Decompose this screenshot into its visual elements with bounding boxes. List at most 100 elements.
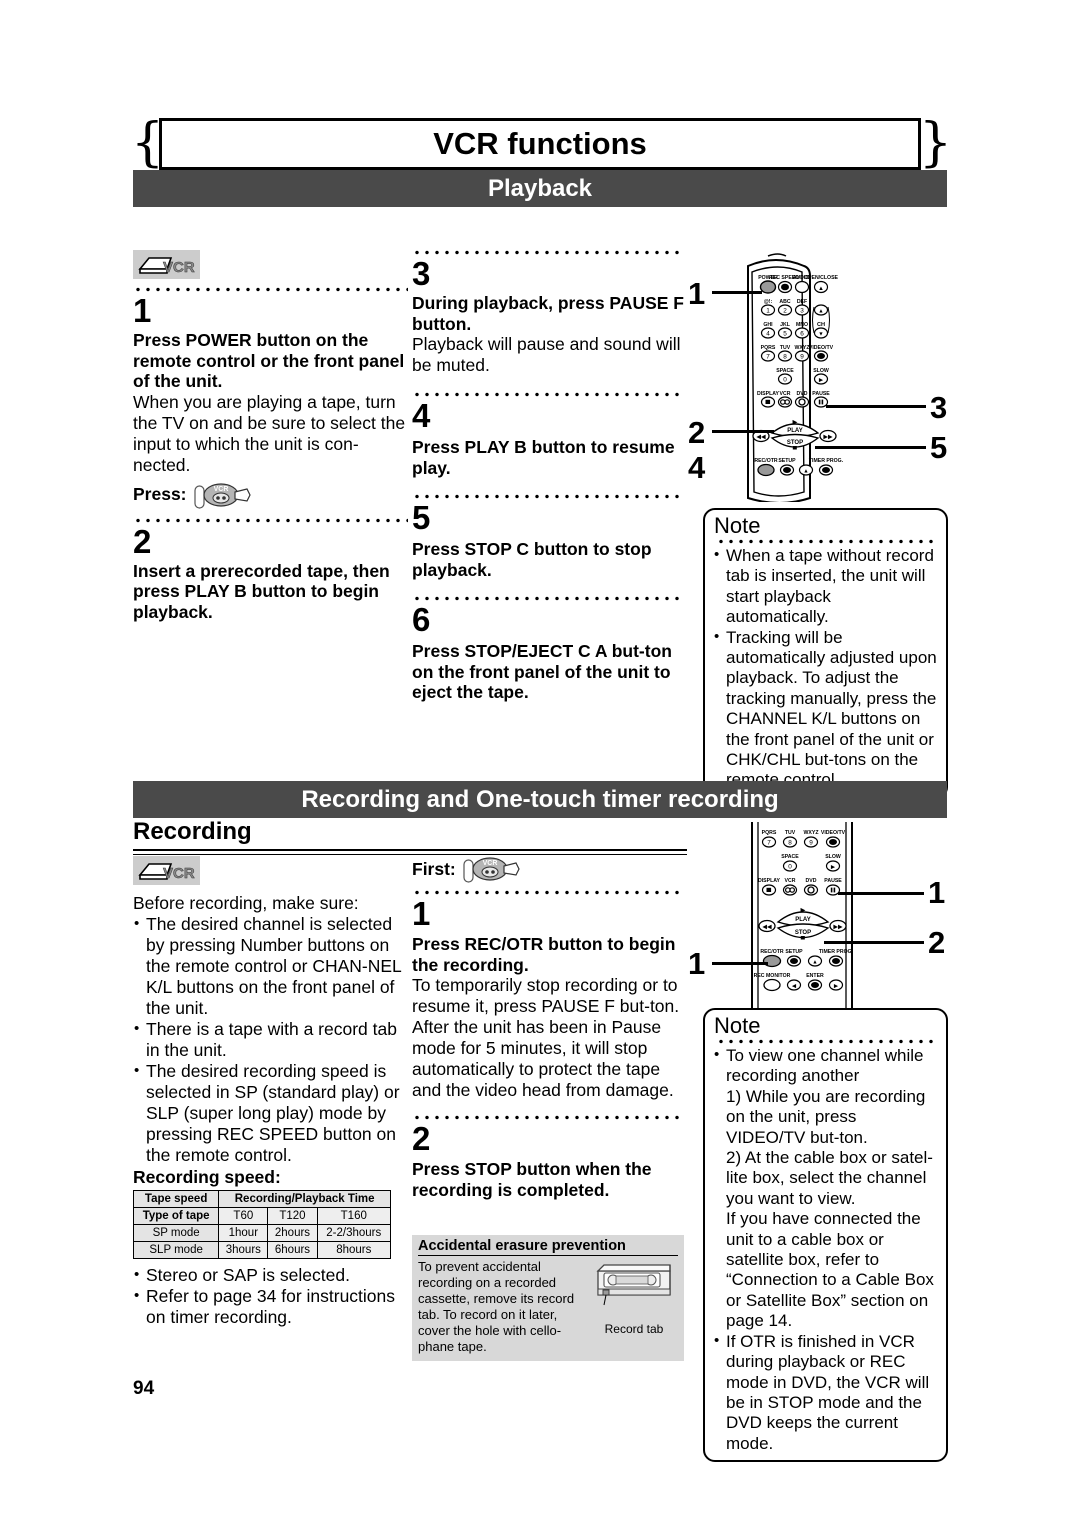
checklist-item: The desired channel is selected by press… [133,913,415,1019]
callout-recording-1b: 1 [688,946,706,981]
leader-line [815,446,926,449]
svg-text:SPACE: SPACE [781,854,799,860]
svg-text:MNO: MNO [796,322,808,328]
svg-text:0: 0 [783,377,787,384]
divider-dots [412,890,684,895]
playback-step-3-lead: During playback, press PAUSE F button. [412,293,684,334]
tape-type: T120 [267,1206,318,1225]
svg-text:TIMER PROG.: TIMER PROG. [809,458,844,464]
svg-text:WXYZ: WXYZ [804,830,820,836]
playback-column-left: VCR 1 Press POWER button on the remote c… [133,250,408,622]
subsection-title-recording: Recording [133,818,252,845]
playback-step-1-body: When you are playing a tape, turn the TV… [133,391,406,475]
tape-type: T160 [316,1206,392,1225]
svg-text:◀◀: ◀◀ [756,435,766,441]
press-icon-row: Press: VCR [133,478,408,512]
leader-line [712,962,768,965]
callout-recording-1: 1 [928,875,946,910]
svg-text:TUV: TUV [780,345,791,351]
first-icon-row: First: VCR [412,852,684,886]
svg-text:SLOW: SLOW [825,854,841,860]
playback-step-3-number: 3 [412,255,431,292]
svg-text:◀◀: ◀◀ [762,925,772,931]
table-row-label: Type of tape [132,1206,220,1225]
divider-dots [412,250,684,255]
page-title: VCR functions [433,126,647,161]
note-list: To view one channel while recording anot… [714,1045,937,1454]
mode-label: SLP mode [132,1240,220,1259]
callout-playback-4: 4 [688,450,706,485]
svg-text:PAUSE: PAUSE [824,878,842,884]
svg-text:DVD: DVD [797,391,808,397]
svg-text:TIMER PROG.: TIMER PROG. [819,949,854,955]
svg-text:▲: ▲ [812,960,817,966]
playback-column-middle: 3 During playback, press PAUSE F button.… [412,250,684,703]
remote-control-diagram-recording: PQRS TUV WXYZ VIDEO/TV 7 8 9 SPACE SLOW … [688,822,960,1012]
recording-speed-table: Tape speed Recording/Playback Time Type … [132,1189,392,1259]
cell-value: 2-2/3hours [316,1223,392,1242]
svg-text:PQRS: PQRS [762,830,777,836]
svg-text:VCR: VCR [482,860,497,867]
hand-press-vcr-icon: VCR [193,482,251,509]
power-button [759,280,777,294]
svg-text:STOP: STOP [787,440,803,446]
svg-text:DISPLAY: DISPLAY [757,391,780,397]
note-item: 2) At the cable box or satel-lite box, s… [726,1148,933,1208]
playback-step-6-number: 6 [412,601,431,638]
playback-step-2-number: 2 [133,522,152,560]
playback-step-2-lead: Insert a prerecorded tape, then press PL… [133,560,390,622]
svg-text:VIDEO/TV: VIDEO/TV [821,830,846,836]
svg-text:7: 7 [767,840,771,847]
svg-text:ENTER: ENTER [806,973,824,979]
svg-text:2: 2 [783,308,787,315]
svg-text:▶▶: ▶▶ [833,925,843,931]
erasure-illustration: Record tab [590,1259,678,1355]
note-item: 1) While you are recording on the unit, … [726,1086,926,1147]
erasure-caption: Record tab [604,1322,664,1336]
leader-line [824,941,924,944]
note-title: Note [714,1013,761,1038]
checklist-item: The desired recording speed is selected … [133,1060,415,1166]
recording-step-1-lead: Press REC/OTR button to begin the record… [412,934,676,975]
playback-step-5-number: 5 [412,499,431,536]
svg-text:REC/OTR: REC/OTR [754,458,778,464]
svg-text:JKL: JKL [780,322,791,328]
svg-text:▶▶: ▶▶ [823,435,833,441]
divider-dots [412,392,684,397]
note-dots [716,539,937,544]
svg-text:SPACE: SPACE [776,368,794,374]
note-dots [716,1039,937,1044]
divider-dots [412,494,684,499]
checklist-item: There is a tape with a record tab in the… [133,1018,415,1061]
svg-text:OPEN/CLOSE: OPEN/CLOSE [804,275,839,281]
erasure-content: To prevent accidental recording on a rec… [418,1259,678,1355]
note-item: If you have connected the unit to a cabl… [726,1209,934,1331]
svg-text:PQRS: PQRS [761,345,776,351]
svg-text:VCR: VCR [785,878,796,884]
svg-text:ABC: ABC [779,299,790,305]
table-row: Type of tape T60 T120 T160 [132,1206,392,1225]
section-header-playback: Playback [133,170,947,207]
callout-recording-2: 2 [928,925,946,960]
svg-text:REC/OTR: REC/OTR [760,949,784,955]
manual-page: { } VCR functions Playback VCR 1 Press P… [0,0,1080,1528]
svg-text:SETUP: SETUP [785,949,803,955]
note-item: When a tape without record tab is insert… [714,545,937,628]
recording-column-left: VCR Before recording, make sure: The des… [132,856,415,1328]
svg-text:▼: ▼ [818,332,823,338]
table-header-tape-speed: Tape speed [132,1189,220,1208]
svg-text:5: 5 [783,331,787,338]
note-box-playback: Note When a tape without record tab is i… [703,508,948,799]
cell-value: 3hours [218,1240,269,1259]
playback-step-4-number: 4 [412,397,431,434]
erasure-body: To prevent accidental recording on a rec… [418,1259,575,1354]
recording-intro: Before recording, make sure: [133,893,359,913]
table-header-time: Recording/Playback Time [218,1189,391,1208]
svg-text:DEF: DEF [797,299,807,305]
recording-step-2-number: 2 [412,1120,431,1157]
svg-text:6: 6 [800,331,804,338]
svg-text:VCR: VCR [213,486,228,493]
cell-value: 8hours [316,1240,392,1259]
recording-column-middle: First: VCR 1 Press REC/OTR button to beg… [412,852,684,1200]
svg-text:VCR: VCR [163,259,195,276]
